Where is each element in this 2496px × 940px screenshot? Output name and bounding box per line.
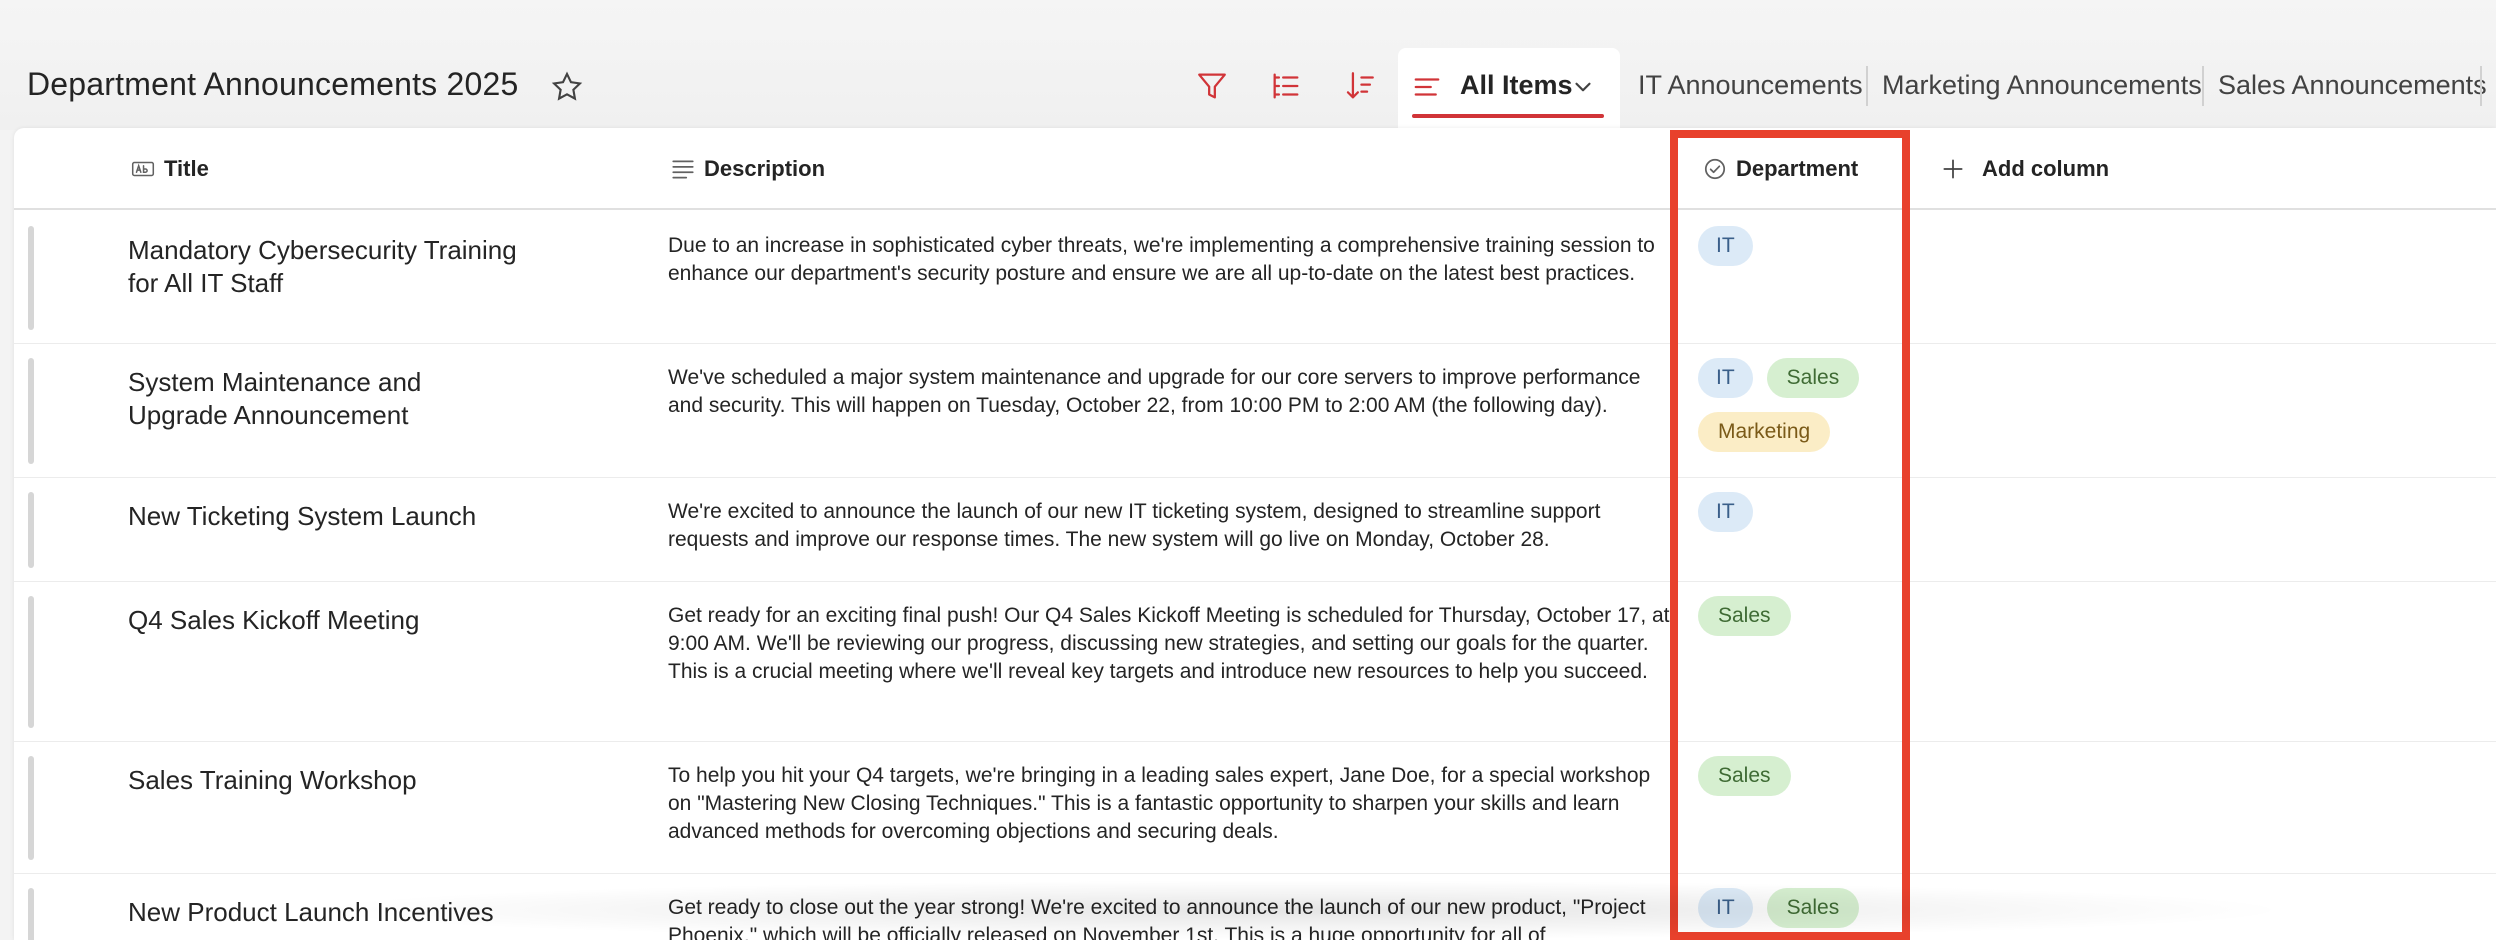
department-tag: Sales <box>1698 596 1791 636</box>
row-title[interactable]: Q4 Sales Kickoff Meeting <box>128 604 528 637</box>
list-row[interactable]: New Product Launch Incentives Get ready … <box>14 874 2496 940</box>
department-tag: IT <box>1698 226 1753 266</box>
choice-check-icon <box>1704 158 1726 180</box>
row-description: Get ready to close out the year strong! … <box>668 896 1646 940</box>
column-header-department[interactable]: Department <box>1736 156 1858 182</box>
row-description: We've scheduled a major system maintenan… <box>668 366 1641 417</box>
row-department-tags: IT <box>1698 492 1898 532</box>
row-department-tags: IT <box>1698 226 1898 266</box>
plus-icon <box>1943 159 1963 179</box>
text-field-icon <box>131 161 155 177</box>
row-title[interactable]: New Product Launch Incentives <box>128 896 628 929</box>
department-tag: IT <box>1698 358 1753 398</box>
list-panel: Title Description Department Add column … <box>14 128 2496 940</box>
tab-divider <box>2480 66 2482 106</box>
view-tab-marketing-announcements[interactable]: Marketing Announcements <box>1882 70 2202 101</box>
column-header-title[interactable]: Title <box>164 156 209 182</box>
row-select-handle[interactable] <box>28 756 34 860</box>
list-row[interactable]: New Ticketing System Launch We're excite… <box>14 478 2496 582</box>
list-row[interactable]: Sales Training Workshop To help you hit … <box>14 742 2496 874</box>
row-description: To help you hit your Q4 targets, we're b… <box>668 764 1651 843</box>
view-tab-label: All Items <box>1460 70 1573 100</box>
filter-icon[interactable] <box>1192 66 1232 106</box>
row-department-tags: Sales <box>1698 596 1898 636</box>
row-title[interactable]: New Ticketing System Launch <box>128 500 528 533</box>
row-description: We're excited to announce the launch of … <box>668 500 1601 551</box>
row-select-handle[interactable] <box>28 888 34 940</box>
group-by-icon[interactable] <box>1266 66 1306 106</box>
active-tab-underline <box>1412 114 1604 118</box>
department-tag: IT <box>1698 492 1753 532</box>
list-row[interactable]: System Maintenance and Upgrade Announcem… <box>14 344 2496 478</box>
page-title: Department Announcements 2025 <box>27 66 519 102</box>
department-tag: Sales <box>1766 888 1860 928</box>
row-title[interactable]: System Maintenance and Upgrade Announcem… <box>128 366 528 432</box>
multiline-text-icon <box>672 160 694 179</box>
column-header-description[interactable]: Description <box>704 156 825 182</box>
row-title[interactable]: Sales Training Workshop <box>128 764 528 797</box>
department-tag: Sales <box>1766 358 1860 398</box>
sort-icon[interactable] <box>1340 66 1380 106</box>
row-select-handle[interactable] <box>28 226 34 330</box>
list-row[interactable]: Q4 Sales Kickoff Meeting Get ready for a… <box>14 582 2496 742</box>
view-tab-it-announcements[interactable]: IT Announcements <box>1638 70 1863 101</box>
department-tag: IT <box>1698 888 1753 928</box>
add-column-button[interactable]: Add column <box>1940 156 2109 182</box>
row-select-handle[interactable] <box>28 358 34 464</box>
row-department-tags: IT Sales <box>1698 888 1898 928</box>
row-description: Due to an increase in sophisticated cybe… <box>668 234 1655 285</box>
tab-divider <box>1866 66 1868 106</box>
row-select-handle[interactable] <box>28 596 34 728</box>
add-column-label: Add column <box>1982 156 2110 181</box>
row-description: Get ready for an exciting final push! Ou… <box>668 604 1670 683</box>
view-tab-all-items[interactable]: All Items <box>1398 48 1620 130</box>
column-header-row: Title Description Department <box>14 128 2496 210</box>
favorite-star-icon[interactable] <box>550 70 584 104</box>
command-bar <box>0 0 2496 130</box>
row-department-tags: IT Sales Marketing <box>1698 358 1898 452</box>
row-department-tags: Sales <box>1698 756 1898 796</box>
list-row[interactable]: Mandatory Cybersecurity Training for All… <box>14 212 2496 344</box>
row-title[interactable]: Mandatory Cybersecurity Training for All… <box>128 234 528 300</box>
chevron-down-icon <box>1575 82 1591 92</box>
row-select-handle[interactable] <box>28 492 34 568</box>
department-tag: Sales <box>1698 756 1791 796</box>
department-tag: Marketing <box>1698 412 1831 452</box>
view-tab-sales-announcements[interactable]: Sales Announcements <box>2218 70 2487 101</box>
tab-divider <box>2202 66 2204 106</box>
view-lines-icon <box>1414 78 1440 96</box>
